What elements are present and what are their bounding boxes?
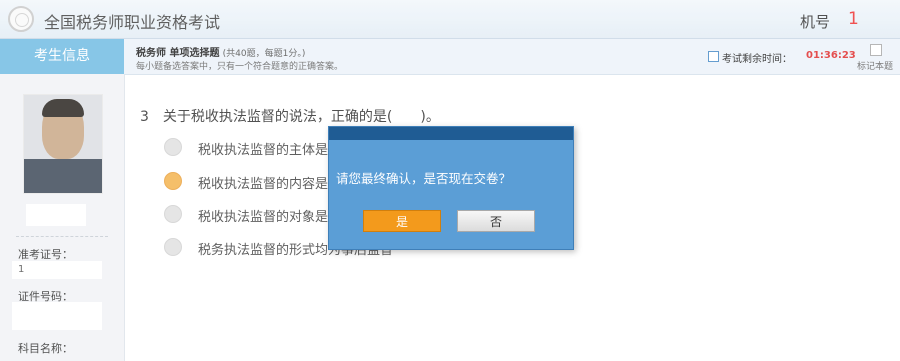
submit-confirm-dialog: 请您最终确认，是否现在交卷？ 是 否 (328, 126, 574, 250)
dialog-title-bar[interactable] (329, 127, 573, 140)
confirm-yes-button[interactable]: 是 (363, 210, 441, 232)
dialog-message: 请您最终确认，是否现在交卷？ (336, 171, 512, 186)
confirm-no-button[interactable]: 否 (457, 210, 535, 232)
